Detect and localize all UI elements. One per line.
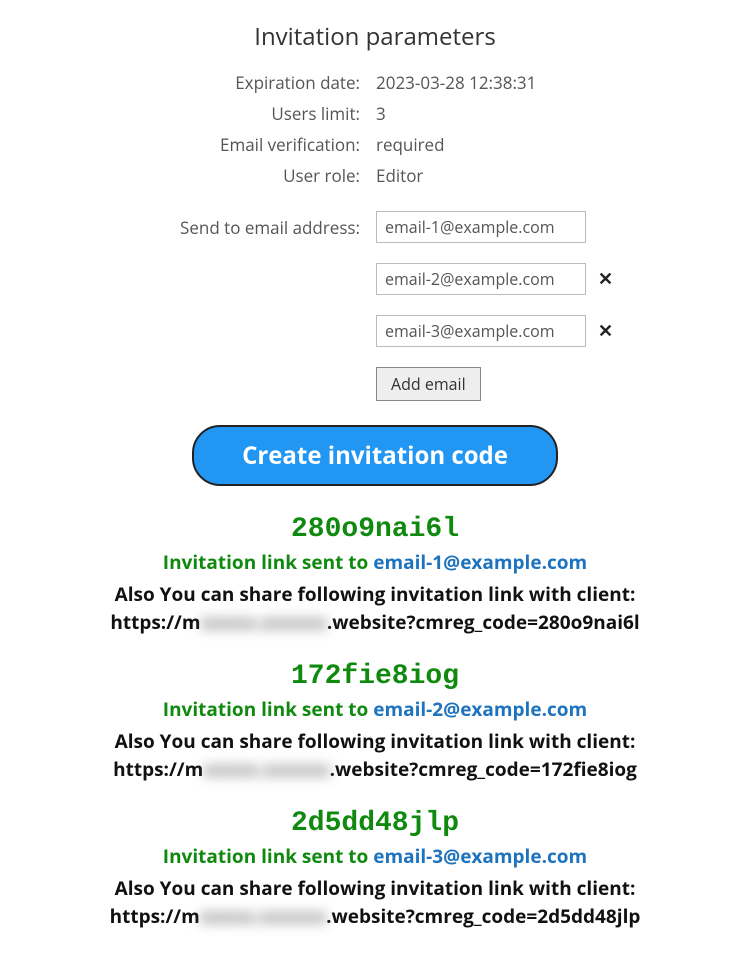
page-title: Invitation parameters (0, 20, 750, 53)
link-suffix: .website?cmreg_code=172fie8iog (330, 756, 637, 782)
create-invitation-button[interactable]: Create invitation code (192, 425, 558, 486)
share-text: Also You can share following invitation … (0, 581, 750, 607)
link-prefix: https://m (113, 756, 203, 782)
result-block-2: 172fie8iog Invitation link sent to email… (0, 661, 750, 782)
remove-email-icon[interactable]: ✕ (598, 267, 613, 291)
link-suffix: .website?cmreg_code=2d5dd48jlp (326, 903, 640, 929)
share-text: Also You can share following invitation … (0, 875, 750, 901)
sent-email: email-1@example.com (373, 549, 587, 575)
email-input-3[interactable] (376, 315, 586, 347)
email-row-1 (376, 211, 750, 243)
user-role-label: User role: (0, 164, 360, 187)
email-row-2: ✕ (376, 263, 750, 295)
share-link: https://mxxxxx.xxxxxx.website?cmreg_code… (0, 756, 750, 782)
link-blurred: xxxxx.xxxxxx (203, 756, 329, 782)
sent-prefix: Invitation link sent to (163, 696, 373, 722)
link-suffix: .website?cmreg_code=280o9nai6l (327, 609, 640, 635)
link-prefix: https://m (110, 609, 200, 635)
email-input-2[interactable] (376, 263, 586, 295)
sent-prefix: Invitation link sent to (163, 549, 373, 575)
result-block-1: 280o9nai6l Invitation link sent to email… (0, 514, 750, 635)
users-limit-value: 3 (376, 102, 750, 125)
send-to-label: Send to email address: (0, 216, 360, 239)
sent-line: Invitation link sent to email-2@example.… (0, 696, 750, 722)
sent-email: email-2@example.com (373, 696, 587, 722)
result-block-3: 2d5dd48jlp Invitation link sent to email… (0, 808, 750, 929)
expiration-value: 2023-03-28 12:38:31 (376, 71, 750, 94)
invitation-code: 280o9nai6l (0, 514, 750, 545)
link-blurred: xxxxx.xxxxxx (200, 903, 326, 929)
users-limit-label: Users limit: (0, 102, 360, 125)
share-link: https://mxxxxx.xxxxxx.website?cmreg_code… (0, 609, 750, 635)
email-verification-label: Email verification: (0, 133, 360, 156)
link-blurred: xxxxx.xxxxxx (201, 609, 327, 635)
invitation-code: 172fie8iog (0, 661, 750, 692)
invitation-code: 2d5dd48jlp (0, 808, 750, 839)
remove-email-icon[interactable]: ✕ (598, 319, 613, 343)
email-verification-value: required (376, 133, 750, 156)
create-button-wrap: Create invitation code (0, 425, 750, 486)
link-prefix: https://m (110, 903, 200, 929)
add-email-button[interactable]: Add email (376, 367, 481, 401)
sent-prefix: Invitation link sent to (163, 843, 373, 869)
email-rows: Send to email address: ✕ ✕ (0, 211, 750, 347)
add-email-row: Add email (0, 367, 750, 401)
sent-line: Invitation link sent to email-1@example.… (0, 549, 750, 575)
share-text: Also You can share following invitation … (0, 728, 750, 754)
email-row-3: ✕ (376, 315, 750, 347)
invitation-panel: Invitation parameters Expiration date: 2… (0, 20, 750, 929)
user-role-value: Editor (376, 164, 750, 187)
parameters-grid: Expiration date: 2023-03-28 12:38:31 Use… (0, 71, 750, 187)
expiration-label: Expiration date: (0, 71, 360, 94)
share-link: https://mxxxxx.xxxxxx.website?cmreg_code… (0, 903, 750, 929)
email-input-1[interactable] (376, 211, 586, 243)
sent-line: Invitation link sent to email-3@example.… (0, 843, 750, 869)
sent-email: email-3@example.com (373, 843, 587, 869)
